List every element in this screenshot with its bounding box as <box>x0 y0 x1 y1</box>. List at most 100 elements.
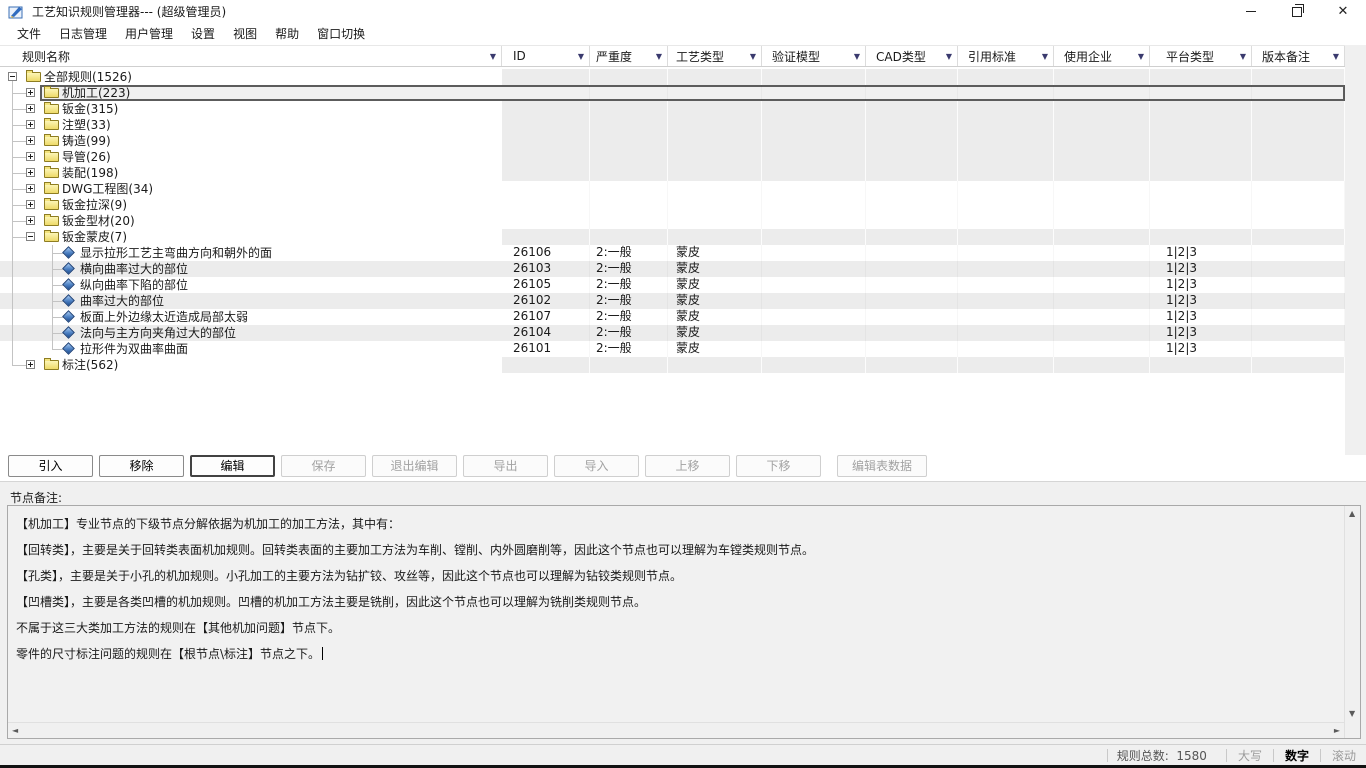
collapse-icon[interactable] <box>26 232 35 241</box>
cell-id: 26104 <box>502 325 590 341</box>
col-validation-model[interactable]: 验证模型▼ <box>762 46 866 66</box>
cell-version-note <box>1252 213 1345 229</box>
folder-icon <box>44 88 59 98</box>
tree-row[interactable]: 机加工(223) <box>0 85 1345 101</box>
cell-severity <box>590 149 668 165</box>
cell-platform-type: 1|2|3 <box>1150 293 1252 309</box>
col-severity[interactable]: 严重度▼ <box>590 46 668 66</box>
tree-row[interactable]: 标注(562) <box>0 357 1345 373</box>
cell-cad-type <box>866 149 958 165</box>
col-process-type[interactable]: 工艺类型▼ <box>668 46 762 66</box>
cell-cad-type <box>866 341 958 357</box>
menu-item-user-management[interactable]: 用户管理 <box>116 23 182 45</box>
remarks-line: 【凹槽类】，主要是各类凹槽的机加规则。凹槽的机加工方法主要是铣削，因此这个节点也… <box>16 589 1334 615</box>
cell-enterprise <box>1054 181 1150 197</box>
menu-item-log-management[interactable]: 日志管理 <box>50 23 116 45</box>
tree-item-label: 纵向曲率下陷的部位 <box>80 277 188 293</box>
scroll-right-icon[interactable]: ► <box>1334 727 1340 735</box>
tree-row[interactable]: 横向曲率过大的部位261032:一般蒙皮1|2|3 <box>0 261 1345 277</box>
cell-validation-model <box>762 133 866 149</box>
scroll-up-icon[interactable]: ▲ <box>1349 510 1355 518</box>
tree-row[interactable]: 注塑(33) <box>0 117 1345 133</box>
cell-reference-standard <box>958 85 1054 101</box>
filter-dropdown-icon[interactable]: ▼ <box>656 52 662 61</box>
col-rule-name[interactable]: 规则名称 ▼ <box>0 46 502 66</box>
cell-validation-model <box>762 277 866 293</box>
tree-row[interactable]: 拉形件为双曲率曲面261012:一般蒙皮1|2|3 <box>0 341 1345 357</box>
expand-icon[interactable] <box>26 168 35 177</box>
menu-item-view[interactable]: 视图 <box>224 23 266 45</box>
filter-dropdown-icon[interactable]: ▼ <box>578 52 584 61</box>
col-id[interactable]: ID▼ <box>502 46 590 66</box>
filter-dropdown-icon[interactable]: ▼ <box>946 52 952 61</box>
filter-dropdown-icon[interactable]: ▼ <box>1138 52 1144 61</box>
filter-dropdown-icon[interactable]: ▼ <box>854 52 860 61</box>
edit-button[interactable]: 编辑 <box>190 455 275 477</box>
filter-dropdown-icon[interactable]: ▼ <box>490 52 496 61</box>
remarks-horizontal-scrollbar[interactable]: ◄ ► <box>8 722 1344 738</box>
filter-dropdown-icon[interactable]: ▼ <box>1333 52 1339 61</box>
col-enterprise[interactable]: 使用企业▼ <box>1054 46 1150 66</box>
tree-row[interactable]: 导管(26) <box>0 149 1345 165</box>
tree-row[interactable]: 钣金蒙皮(7) <box>0 229 1345 245</box>
move-up-button: 上移 <box>645 455 730 477</box>
tree-row[interactable]: 装配(198) <box>0 165 1345 181</box>
col-cad-type[interactable]: CAD类型▼ <box>866 46 958 66</box>
menu-item-help[interactable]: 帮助 <box>266 23 308 45</box>
expand-icon[interactable] <box>26 216 35 225</box>
cell-platform-type <box>1150 149 1252 165</box>
tree-row[interactable]: 纵向曲率下陷的部位261052:一般蒙皮1|2|3 <box>0 277 1345 293</box>
tree-row-name-cell: 钣金拉深(9) <box>0 197 502 213</box>
minimize-button[interactable] <box>1228 0 1274 23</box>
rule-icon <box>62 310 75 323</box>
col-version-note[interactable]: 版本备注▼ <box>1252 46 1345 66</box>
menu-item-file[interactable]: 文件 <box>8 23 50 45</box>
close-button[interactable]: ✕ <box>1320 0 1366 23</box>
remove-button[interactable]: 移除 <box>99 455 184 477</box>
introduce-button[interactable]: 引入 <box>8 455 93 477</box>
expand-icon[interactable] <box>26 152 35 161</box>
scroll-left-icon[interactable]: ◄ <box>12 727 18 735</box>
expand-icon[interactable] <box>26 104 35 113</box>
expand-icon[interactable] <box>26 360 35 369</box>
remarks-vertical-scrollbar[interactable]: ▲ ▼ <box>1344 506 1360 738</box>
cell-version-note <box>1252 69 1345 85</box>
cell-validation-model <box>762 261 866 277</box>
expand-icon[interactable] <box>26 184 35 193</box>
tree-row[interactable]: 曲率过大的部位261022:一般蒙皮1|2|3 <box>0 293 1345 309</box>
menu-item-window-switch[interactable]: 窗口切换 <box>308 23 374 45</box>
expand-icon[interactable] <box>26 120 35 129</box>
collapse-icon[interactable] <box>8 72 17 81</box>
col-reference-standard[interactable]: 引用标准▼ <box>958 46 1054 66</box>
restore-button[interactable] <box>1274 0 1320 23</box>
scroll-lock-indicator: 滚动 <box>1326 747 1362 764</box>
cell-severity: 2:一般 <box>590 293 668 309</box>
tree-row[interactable]: 板面上外边缘太近造成局部太弱261072:一般蒙皮1|2|3 <box>0 309 1345 325</box>
cell-reference-standard <box>958 357 1054 373</box>
col-rule-name-label: 规则名称 <box>22 48 70 65</box>
tree-row[interactable]: 钣金型材(20) <box>0 213 1345 229</box>
cell-cad-type <box>866 197 958 213</box>
tree-row[interactable]: 全部规则(1526) <box>0 69 1345 85</box>
filter-dropdown-icon[interactable]: ▼ <box>1240 52 1246 61</box>
col-platform-type[interactable]: 平台类型▼ <box>1150 46 1252 66</box>
expand-icon[interactable] <box>26 88 35 97</box>
cell-validation-model <box>762 117 866 133</box>
expand-icon[interactable] <box>26 200 35 209</box>
tree-row[interactable]: 钣金(315) <box>0 101 1345 117</box>
tree-row-name-cell: 曲率过大的部位 <box>0 293 502 309</box>
filter-dropdown-icon[interactable]: ▼ <box>1042 52 1048 61</box>
tree-row[interactable]: 显示拉形工艺主弯曲方向和朝外的面261062:一般蒙皮1|2|3 <box>0 245 1345 261</box>
node-remarks-textarea[interactable]: 【机加工】专业节点的下级节点分解依据为机加工的加工方法，其中有：【回转类】，主要… <box>7 505 1361 739</box>
tree-row[interactable]: 钣金拉深(9) <box>0 197 1345 213</box>
tree-row[interactable]: 法向与主方向夹角过大的部位261042:一般蒙皮1|2|3 <box>0 325 1345 341</box>
tree-row[interactable]: DWG工程图(34) <box>0 181 1345 197</box>
cell-platform-type <box>1150 133 1252 149</box>
cell-id: 26106 <box>502 245 590 261</box>
scroll-down-icon[interactable]: ▼ <box>1349 710 1355 718</box>
expand-icon[interactable] <box>26 136 35 145</box>
filter-dropdown-icon[interactable]: ▼ <box>750 52 756 61</box>
tree-row[interactable]: 铸造(99) <box>0 133 1345 149</box>
cell-id <box>502 357 590 373</box>
menu-item-settings[interactable]: 设置 <box>182 23 224 45</box>
